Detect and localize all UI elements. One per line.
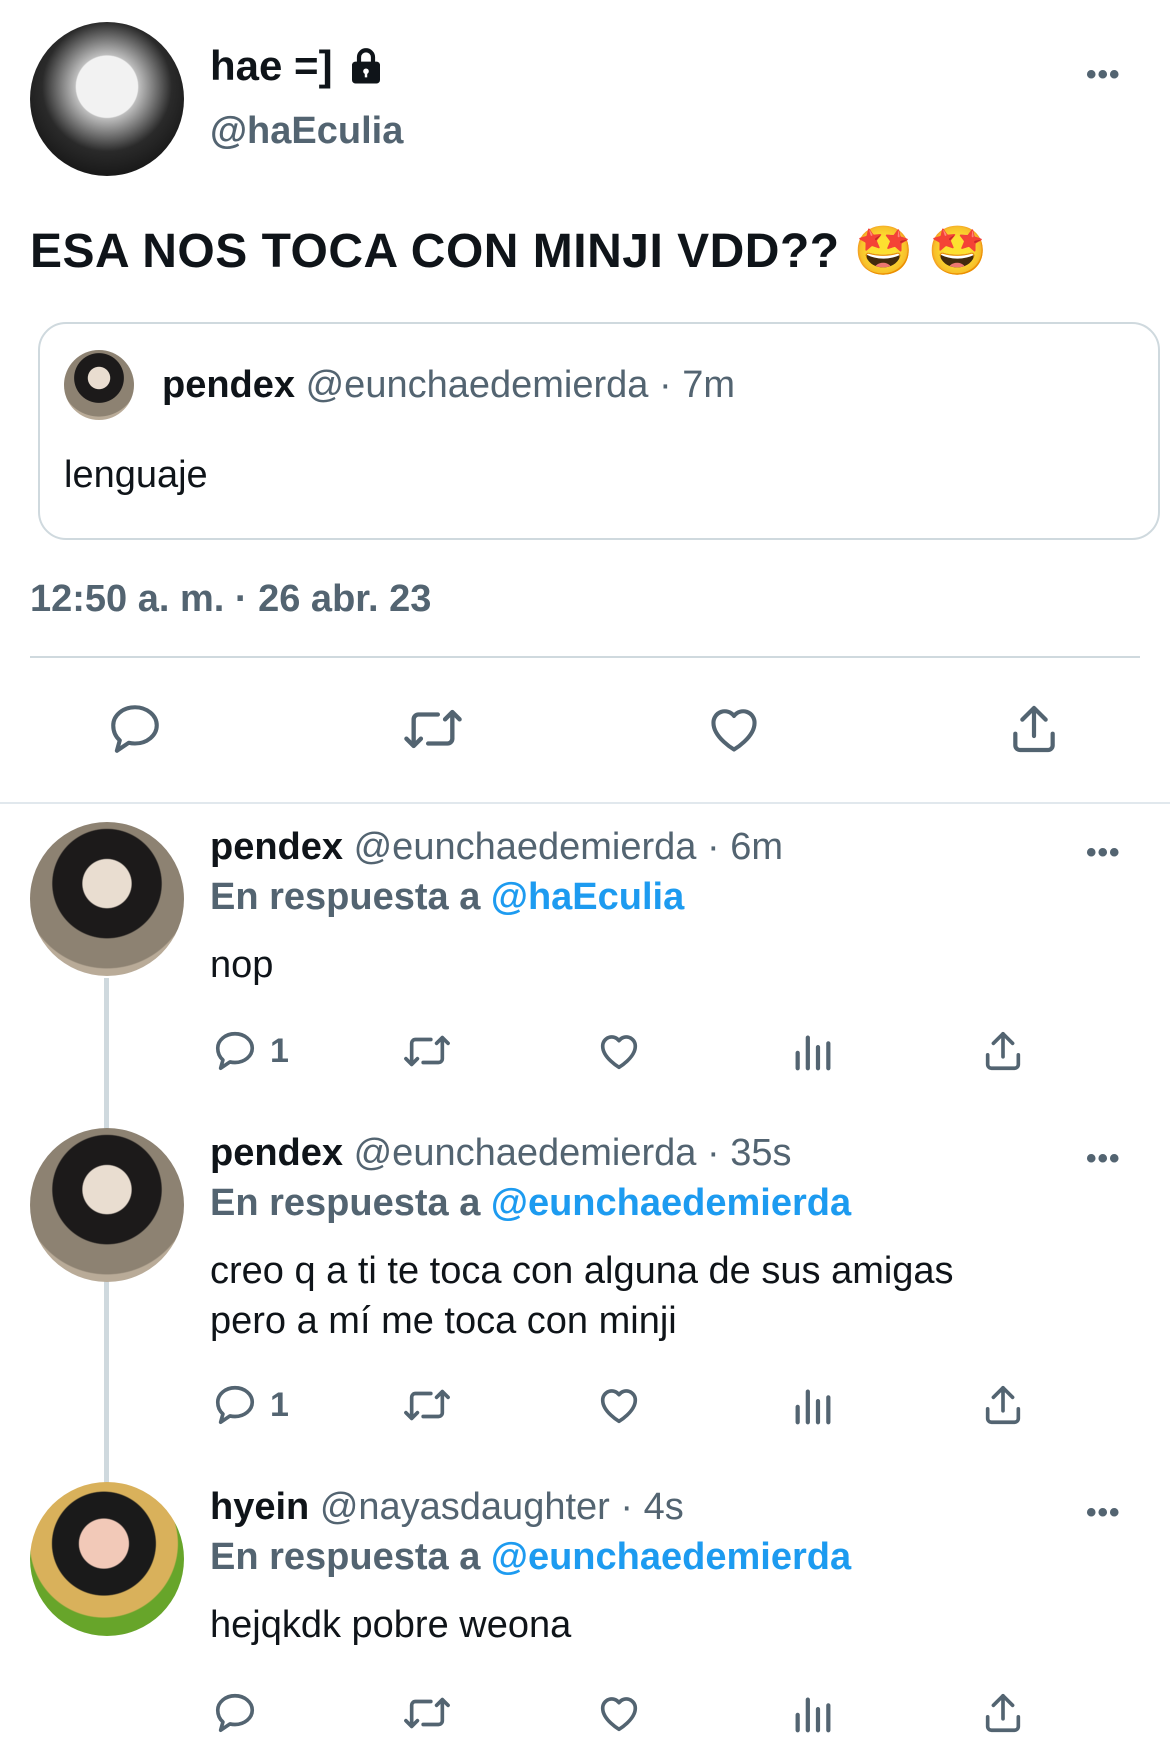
reply3-display-name[interactable]: hyein [210, 1486, 309, 1528]
main-handle[interactable]: @haEculia [210, 110, 403, 153]
reply2-reply-prefix: En respuesta a [210, 1182, 481, 1224]
reply3-reply-button[interactable] [212, 1690, 270, 1736]
reply1-like-icon[interactable] [595, 1028, 643, 1074]
reply-icon [215, 1693, 255, 1733]
reply2-time: · 35s [706, 1132, 792, 1174]
reply3-handle[interactable]: @nayasdaughter [320, 1486, 610, 1528]
reply2-reply-count: 1 [270, 1385, 289, 1424]
reply1-text: nop [210, 944, 274, 986]
main-reply-icon[interactable] [106, 700, 164, 758]
reply1-more-icon[interactable]: ••• [1086, 836, 1121, 870]
main-divider [30, 656, 1140, 658]
reply-icon [215, 1031, 255, 1071]
reply1-reply-to-link[interactable]: @haEculia [491, 876, 684, 918]
reply1-avatar[interactable] [30, 822, 184, 976]
main-retweet-icon[interactable] [400, 700, 466, 758]
reply3-share-icon[interactable] [980, 1690, 1026, 1736]
quoted-text: lenguaje [64, 454, 208, 496]
reply2-like-icon[interactable] [595, 1382, 643, 1428]
quoted-header: pendex @eunchaedemierda · 7m [162, 364, 735, 407]
reply1-display-name[interactable]: pendex [210, 826, 343, 868]
reply2-text-line1: creo q a ti te toca con alguna de sus am… [210, 1250, 954, 1292]
main-like-icon[interactable] [704, 700, 764, 758]
main-tweet-text: ESA NOS TOCA CON MINJI VDD?? 🤩 🤩 [30, 225, 988, 278]
reply3-like-icon[interactable] [595, 1690, 643, 1736]
reply2-avatar[interactable] [30, 1128, 184, 1282]
reply2-reply-to-link[interactable]: @eunchaedemierda [491, 1182, 851, 1224]
reply2-reply-context: En respuesta a @eunchaedemierda [210, 1182, 851, 1225]
reply3-reply-prefix: En respuesta a [210, 1536, 481, 1578]
reply2-views-icon[interactable] [790, 1382, 836, 1428]
reply1-header: pendex @eunchaedemierda · 6m [210, 826, 783, 869]
thread-top-divider [0, 802, 1170, 804]
main-display-name: hae =] [210, 42, 333, 89]
quoted-display-name: pendex [162, 364, 296, 406]
reply3-reply-to-link[interactable]: @eunchaedemierda [491, 1536, 851, 1578]
reply3-views-icon[interactable] [790, 1690, 836, 1736]
quoted-time: · 7m [658, 364, 735, 406]
reply3-text: hejqkdk pobre weona [210, 1604, 572, 1646]
main-more-icon[interactable]: ••• [1086, 58, 1121, 92]
reply2-text-line2: pero a mí me toca con minji [210, 1300, 677, 1342]
reply2-display-name[interactable]: pendex [210, 1132, 343, 1174]
main-share-icon[interactable] [1006, 700, 1062, 758]
reply3-time: · 4s [620, 1486, 684, 1528]
reply1-time: · 6m [706, 826, 783, 868]
reply2-more-icon[interactable]: ••• [1086, 1142, 1121, 1176]
quoted-handle: @eunchaedemierda [305, 364, 649, 406]
reply3-reply-context: En respuesta a @eunchaedemierda [210, 1536, 851, 1579]
reply1-reply-count: 1 [270, 1031, 289, 1070]
reply3-retweet-icon[interactable] [400, 1690, 454, 1736]
reply1-retweet-icon[interactable] [400, 1028, 454, 1074]
reply1-reply-context: En respuesta a @haEculia [210, 876, 684, 919]
reply1-views-icon[interactable] [790, 1028, 836, 1074]
reply2-header: pendex @eunchaedemierda · 35s [210, 1132, 791, 1175]
reply2-reply-button[interactable]: 1 [212, 1382, 289, 1428]
reply2-retweet-icon[interactable] [400, 1382, 454, 1428]
reply3-header: hyein @nayasdaughter · 4s [210, 1486, 684, 1529]
main-timestamp[interactable]: 12:50 a. m. · 26 abr. 23 [30, 578, 431, 621]
quoted-tweet-card[interactable]: pendex @eunchaedemierda · 7m lenguaje [38, 322, 1160, 540]
reply2-share-icon[interactable] [980, 1382, 1026, 1428]
reply-icon [215, 1385, 255, 1425]
lock-icon [345, 45, 387, 87]
reply3-avatar[interactable] [30, 1482, 184, 1636]
reply1-reply-button[interactable]: 1 [212, 1028, 289, 1074]
main-avatar[interactable] [30, 22, 184, 176]
reply1-reply-prefix: En respuesta a [210, 876, 481, 918]
reply2-handle[interactable]: @eunchaedemierda [354, 1132, 697, 1174]
main-author[interactable]: hae =] [210, 42, 387, 90]
reply1-handle[interactable]: @eunchaedemierda [354, 826, 697, 868]
reply3-more-icon[interactable]: ••• [1086, 1496, 1121, 1530]
quoted-avatar [64, 350, 134, 420]
reply1-share-icon[interactable] [980, 1028, 1026, 1074]
